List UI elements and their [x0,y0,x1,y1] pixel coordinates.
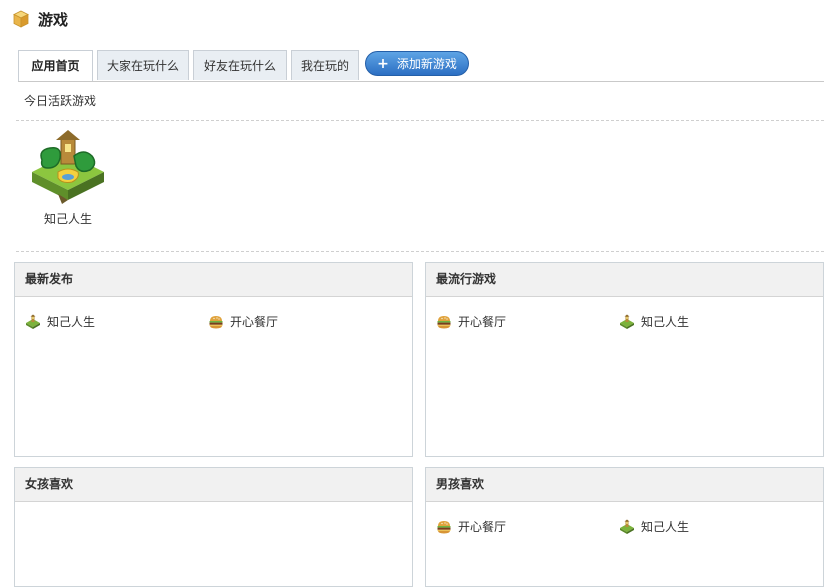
game-link-zhiji[interactable]: 知己人生 [619,313,689,330]
burger-icon [208,314,224,330]
game-link-label: 开心餐厅 [458,520,507,534]
panel-title: 男孩喜欢 [426,468,823,502]
game-link-happy-restaurant[interactable]: 开心餐厅 [208,313,278,330]
page-title: 游戏 [38,10,69,29]
today-active-games-label: 今日活跃游戏 [24,94,97,108]
zhiji-game-icon [32,130,104,204]
panel-girls-like: 女孩喜欢 [14,467,413,587]
panel-latest-releases: 最新发布 知己人生 开心餐厅 [14,262,413,457]
panel-title: 女孩喜欢 [15,468,412,502]
plus-icon: + [377,55,389,72]
zhiji-icon [619,519,635,535]
tab-everyone-playing[interactable]: 大家在玩什么 [97,50,189,80]
panel-most-popular: 最流行游戏 开心餐厅 知己人生 [425,262,824,457]
page-header: 游戏 [12,8,68,30]
divider [16,120,824,121]
burger-icon [436,314,452,330]
game-link-label: 知己人生 [641,315,690,329]
featured-game[interactable]: 知己人生 [26,128,110,227]
game-link-label: 开心餐厅 [230,315,279,329]
add-new-game-button[interactable]: + 添加新游戏 [365,51,469,76]
game-link-zhiji[interactable]: 知己人生 [619,518,689,535]
tab-my-games[interactable]: 我在玩的 [291,50,359,80]
game-link-label: 知己人生 [47,315,96,329]
divider [16,251,824,252]
featured-game-name: 知己人生 [43,212,92,226]
game-link-happy-restaurant[interactable]: 开心餐厅 [436,518,506,535]
add-new-game-label: 添加新游戏 [396,57,457,71]
tab-friends-playing[interactable]: 好友在玩什么 [193,50,287,80]
panel-boys-like: 男孩喜欢 开心餐厅 知己人生 [425,467,824,587]
box-icon [13,10,29,28]
panel-title: 最流行游戏 [426,263,823,297]
game-link-label: 开心餐厅 [458,315,507,329]
panel-title: 最新发布 [15,263,412,297]
game-link-happy-restaurant[interactable]: 开心餐厅 [436,313,506,330]
game-link-label: 知己人生 [641,520,690,534]
zhiji-icon [619,314,635,330]
game-link-zhiji[interactable]: 知己人生 [25,313,95,330]
zhiji-icon [25,314,41,330]
tab-app-home[interactable]: 应用首页 [18,50,93,81]
burger-icon [436,519,452,535]
tab-bar: 应用首页 大家在玩什么 好友在玩什么 我在玩的 + 添加新游戏 [18,50,824,82]
